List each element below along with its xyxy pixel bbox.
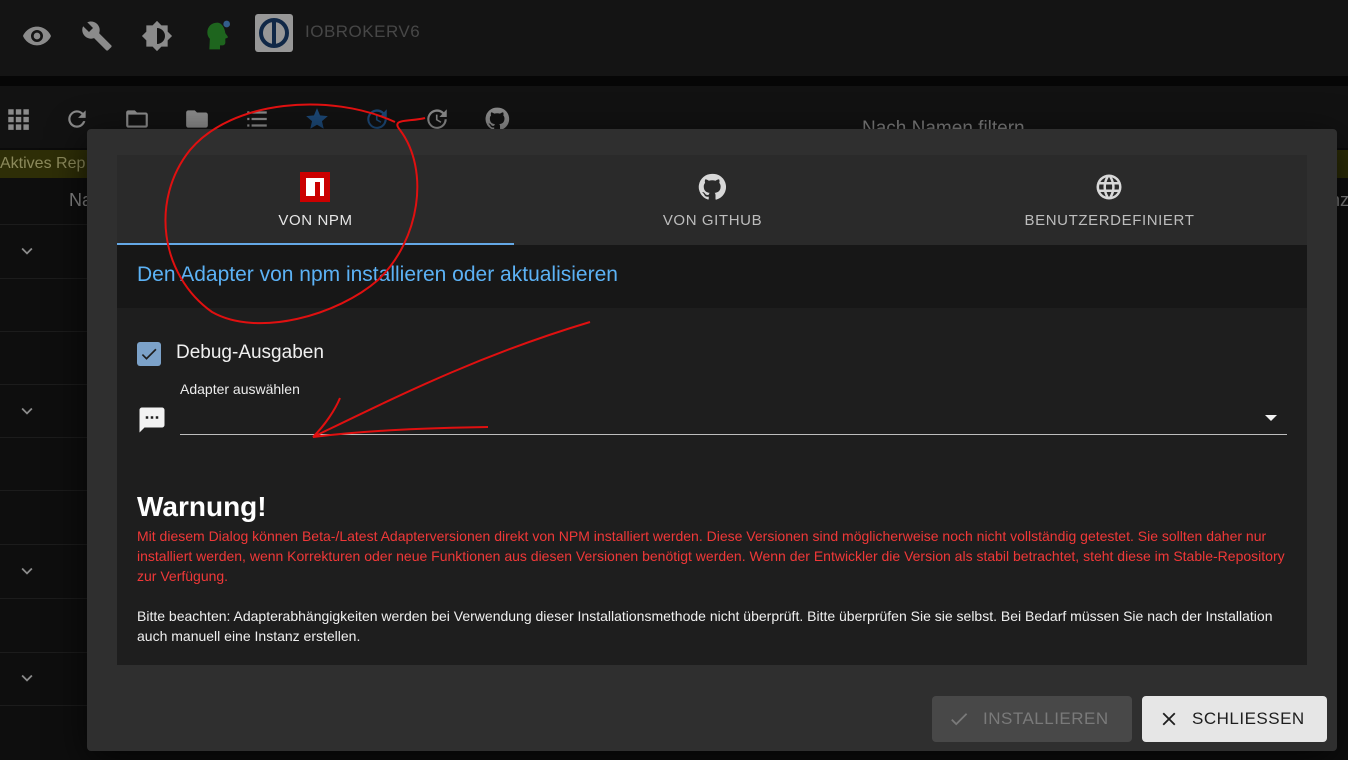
dropdown-arrow-icon[interactable] bbox=[1264, 411, 1278, 425]
adapter-select[interactable] bbox=[180, 434, 1287, 435]
install-button[interactable]: INSTALLIEREN bbox=[932, 696, 1132, 742]
globe-icon bbox=[1096, 174, 1122, 200]
tab-github-label: VON GITHUB bbox=[662, 212, 763, 229]
warning-text: Mit diesem Dialog können Beta-/Latest Ad… bbox=[137, 528, 1285, 584]
dialog-subheading: Den Adapter von npm installieren oder ak… bbox=[117, 245, 1307, 308]
close-icon bbox=[1162, 712, 1176, 726]
install-source-tabs: VON NPM VON GITHUB BENUTZERDEFINIERT bbox=[117, 155, 1307, 245]
tab-custom-label: BENUTZERDEFINIERT bbox=[1024, 212, 1195, 229]
check-icon bbox=[141, 348, 157, 360]
tab-npm[interactable]: VON NPM bbox=[117, 155, 514, 245]
adapter-select-label: Adapter auswählen bbox=[180, 381, 300, 397]
close-button-label: SCHLIESSEN bbox=[1192, 709, 1305, 728]
warning-title: Warnung! bbox=[137, 491, 267, 522]
tab-github[interactable]: VON GITHUB bbox=[514, 155, 911, 245]
debug-checkbox-label: Debug-Ausgaben bbox=[176, 342, 324, 363]
subheading-text: Den Adapter von npm installieren oder ak… bbox=[137, 263, 618, 286]
close-button[interactable]: SCHLIESSEN bbox=[1142, 696, 1327, 742]
check-icon bbox=[951, 713, 968, 726]
tab-npm-label: VON NPM bbox=[278, 212, 353, 229]
debug-checkbox[interactable] bbox=[137, 342, 161, 366]
note-text: Bitte beachten: Adapterabhängigkeiten we… bbox=[137, 608, 1273, 644]
dialog-content: VON NPM VON GITHUB BENUTZERDEFINIERT Den… bbox=[117, 155, 1307, 665]
npm-icon bbox=[300, 172, 330, 202]
github-icon bbox=[698, 173, 727, 200]
message-icon bbox=[139, 407, 165, 433]
install-button-label: INSTALLIEREN bbox=[983, 709, 1109, 728]
tab-custom[interactable]: BENUTZERDEFINIERT bbox=[911, 155, 1308, 245]
install-from-npm-dialog: VON NPM VON GITHUB BENUTZERDEFINIERT Den… bbox=[87, 129, 1337, 751]
